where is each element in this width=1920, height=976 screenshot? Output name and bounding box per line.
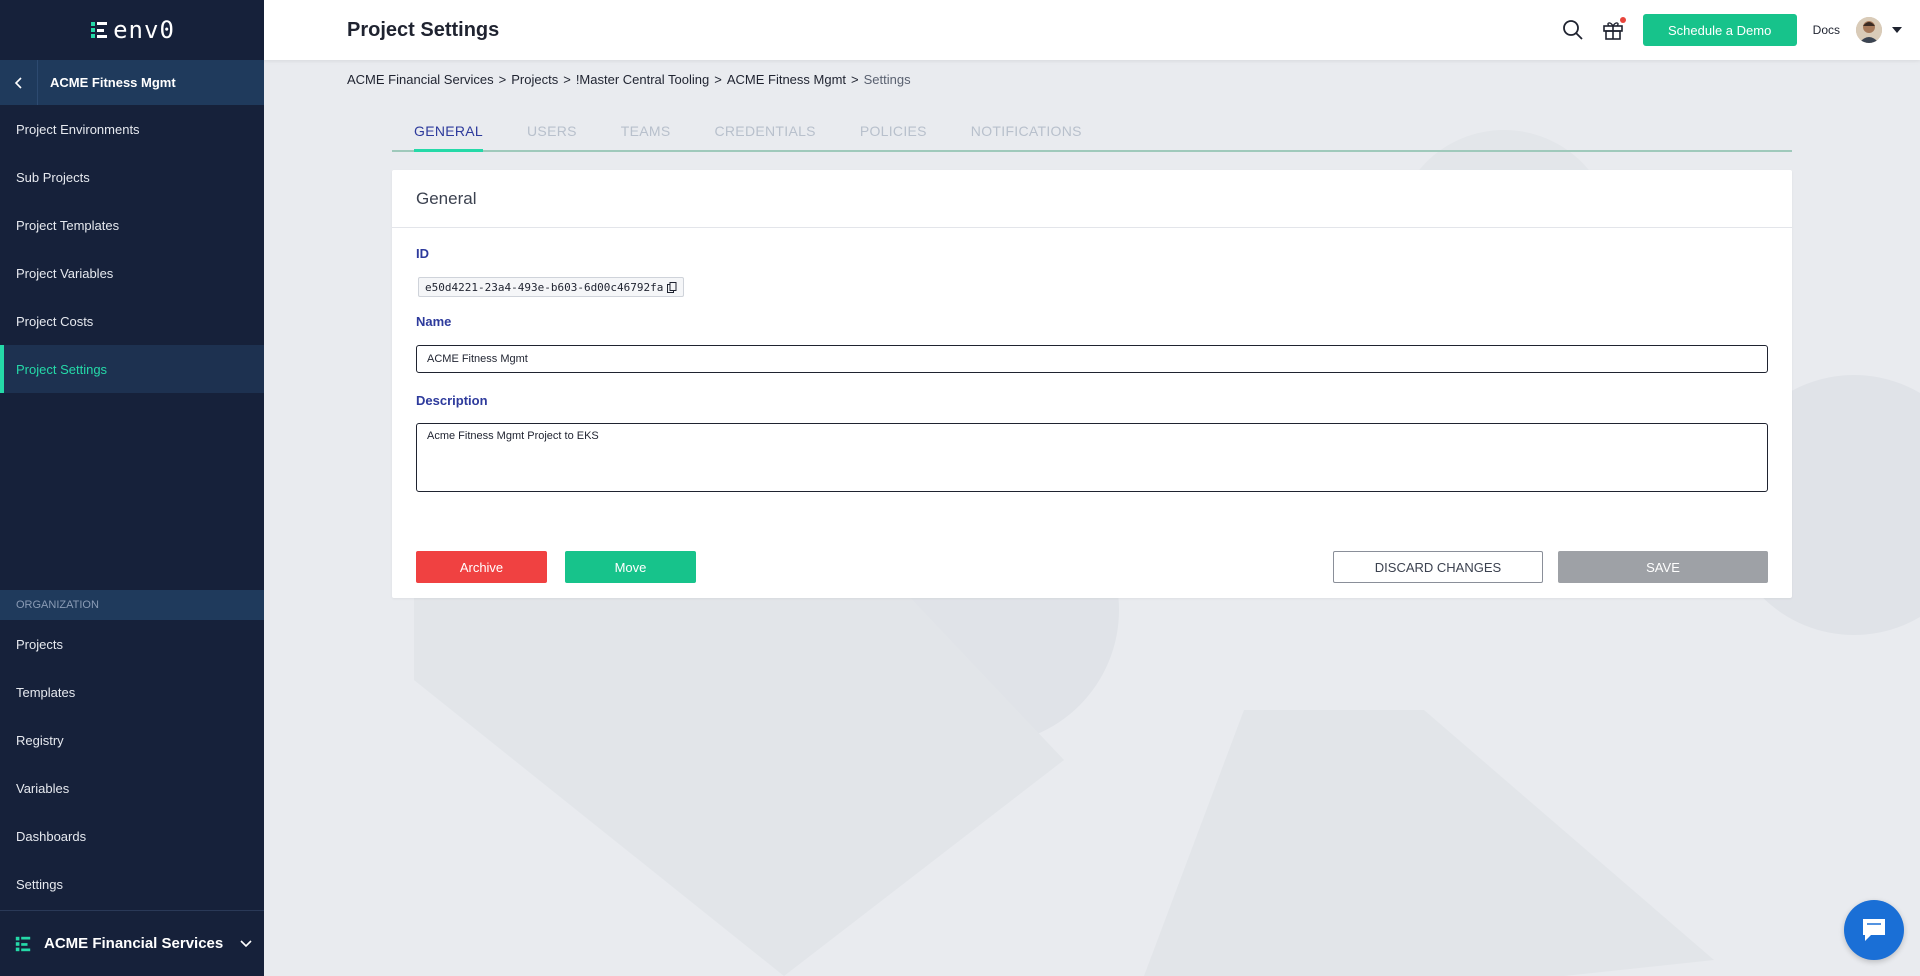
sidebar-item-settings[interactable]: Settings	[0, 860, 264, 908]
tab-notifications[interactable]: NOTIFICATIONS	[971, 112, 1082, 152]
breadcrumb-separator: >	[851, 72, 859, 87]
tab-general[interactable]: GENERAL	[414, 112, 484, 152]
sidebar-item-project-costs[interactable]: Project Costs	[0, 297, 264, 345]
breadcrumb-item[interactable]: ACME Fitness Mgmt	[727, 72, 846, 87]
sidebar-item-project-environments[interactable]: Project Environments	[0, 105, 264, 153]
logo-text: env0	[113, 16, 175, 44]
project-header: ACME Fitness Mgmt	[0, 60, 264, 105]
organization-nav: Projects Templates Registry Variables Da…	[0, 620, 264, 908]
chat-widget-button[interactable]	[1844, 900, 1904, 960]
whats-new-button[interactable]	[1593, 10, 1633, 50]
save-button[interactable]: SAVE	[1558, 551, 1768, 583]
breadcrumb-separator: >	[498, 72, 507, 87]
breadcrumb-item[interactable]: ACME Financial Services	[347, 72, 494, 87]
sidebar-item-sub-projects[interactable]: Sub Projects	[0, 153, 264, 201]
back-button[interactable]	[0, 60, 38, 105]
docs-link[interactable]: Docs	[1813, 23, 1840, 37]
move-button[interactable]: Move	[565, 551, 696, 583]
sidebar-item-project-variables[interactable]: Project Variables	[0, 249, 264, 297]
project-nav: Project Environments Sub Projects Projec…	[0, 105, 264, 393]
notification-dot	[1619, 17, 1626, 23]
breadcrumb-current: Settings	[863, 72, 911, 87]
settings-tabs: GENERAL USERS TEAMS CREDENTIALS POLICIES…	[392, 112, 1792, 152]
sidebar-item-templates[interactable]: Templates	[0, 668, 264, 716]
card-title: General	[392, 170, 1792, 228]
sidebar-item-projects[interactable]: Projects	[0, 620, 264, 668]
copy-icon[interactable]	[667, 281, 677, 293]
sidebar: env0 ACME Fitness Mgmt Project Environme…	[0, 0, 264, 976]
id-label: ID	[416, 246, 429, 261]
discard-changes-button[interactable]: DISCARD CHANGES	[1333, 551, 1543, 583]
search-button[interactable]	[1553, 10, 1593, 50]
project-id-text: e50d4221-23a4-493e-b603-6d00c46792fa	[425, 280, 664, 294]
sidebar-item-project-templates[interactable]: Project Templates	[0, 201, 264, 249]
top-bar: Project Settings Schedule a Demo Docs	[264, 0, 1920, 60]
organization-switcher[interactable]: ACME Financial Services	[0, 910, 264, 976]
chevron-left-icon	[14, 76, 22, 89]
tab-teams[interactable]: TEAMS	[621, 112, 671, 152]
org-logo-icon	[15, 936, 31, 951]
schedule-demo-button[interactable]: Schedule a Demo	[1642, 14, 1797, 46]
breadcrumb-item[interactable]: Projects	[511, 72, 558, 87]
chat-icon	[1863, 919, 1885, 941]
env0-logo[interactable]: env0	[0, 0, 264, 60]
tab-credentials[interactable]: CREDENTIALS	[714, 112, 815, 152]
project-id-value: e50d4221-23a4-493e-b603-6d00c46792fa	[418, 277, 685, 297]
caret-down-icon[interactable]	[1892, 27, 1902, 33]
organization-name: ACME Financial Services	[44, 935, 224, 952]
chevron-down-icon	[240, 939, 252, 947]
search-icon	[1562, 20, 1583, 40]
description-label: Description	[416, 393, 488, 408]
general-settings-card: General ID e50d4221-23a4-493e-b603-6d00c…	[392, 170, 1792, 598]
name-input[interactable]	[416, 345, 1768, 373]
sidebar-item-dashboards[interactable]: Dashboards	[0, 812, 264, 860]
breadcrumb-separator: >	[563, 72, 571, 87]
user-avatar[interactable]	[1856, 17, 1882, 43]
page-title: Project Settings	[347, 18, 500, 41]
env0-logo-icon	[91, 22, 108, 38]
sidebar-item-variables[interactable]: Variables	[0, 764, 264, 812]
sidebar-item-registry[interactable]: Registry	[0, 716, 264, 764]
avatar-image	[1856, 17, 1882, 43]
archive-button[interactable]: Archive	[416, 551, 547, 583]
breadcrumb-separator: >	[714, 72, 722, 87]
top-actions: Schedule a Demo Docs	[1553, 0, 1920, 60]
sidebar-item-project-settings[interactable]: Project Settings	[0, 345, 264, 393]
organization-section-label: ORGANIZATION	[0, 590, 264, 620]
project-name: ACME Fitness Mgmt	[50, 75, 176, 90]
name-label: Name	[416, 314, 452, 329]
tab-policies[interactable]: POLICIES	[860, 112, 927, 152]
breadcrumb-item[interactable]: !Master Central Tooling	[576, 72, 709, 87]
description-input[interactable]: Acme Fitness Mgmt Project to EKS	[416, 423, 1768, 492]
tab-users[interactable]: USERS	[527, 112, 577, 152]
breadcrumb: ACME Financial Services > Projects > !Master…	[347, 72, 911, 87]
